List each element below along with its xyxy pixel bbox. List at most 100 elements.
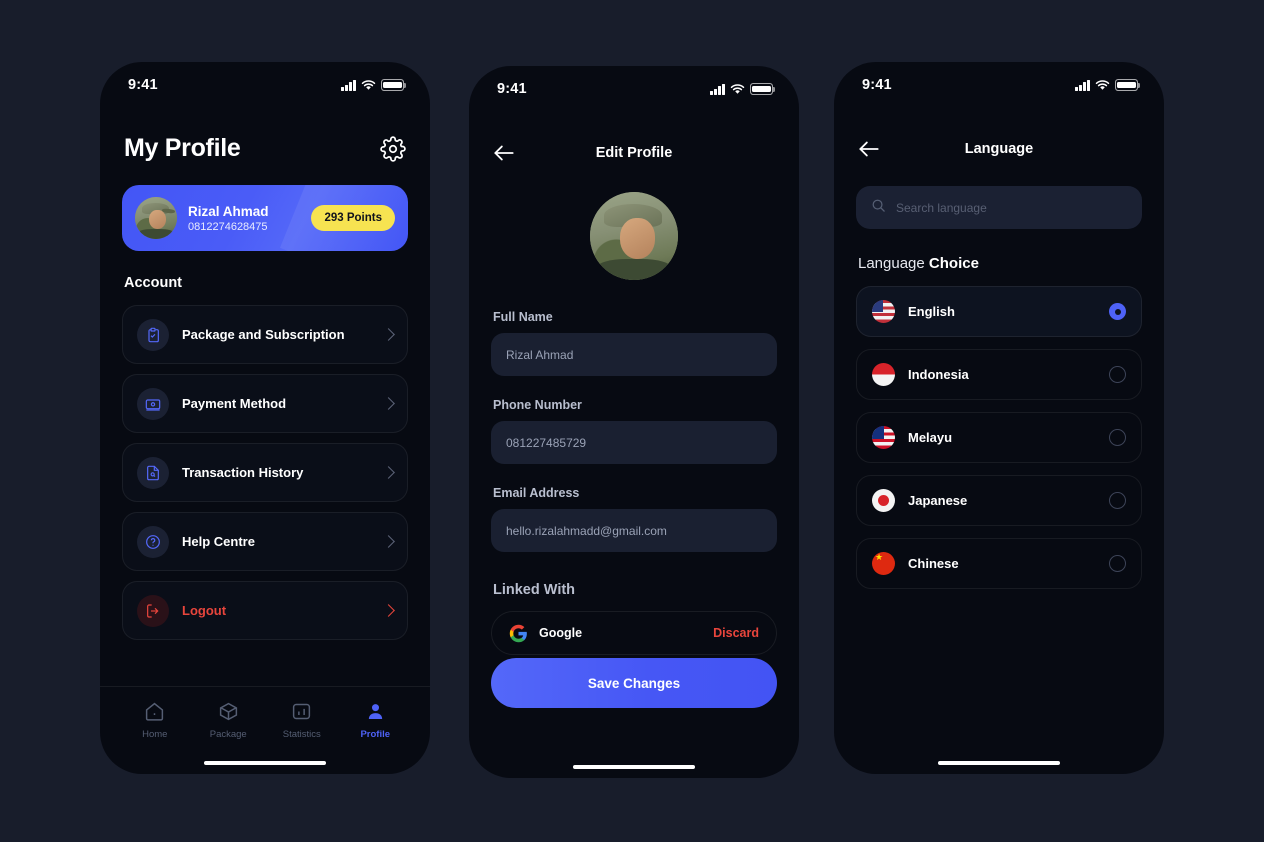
language-option-indonesia[interactable]: Indonesia	[856, 349, 1142, 400]
language-label: English	[908, 304, 955, 319]
avatar[interactable]	[590, 192, 678, 280]
page-title: Language	[964, 141, 1034, 157]
language-screen-body: Language Search language Language Choice…	[834, 136, 1164, 774]
card-icon	[137, 387, 169, 420]
search-placeholder: Search language	[896, 200, 987, 215]
chevron-right-icon	[382, 535, 395, 548]
discard-button[interactable]: Discard	[713, 626, 759, 640]
edit-profile-header: Edit Profile	[491, 140, 777, 166]
menu-item-label: Package and Subscription	[182, 327, 345, 342]
menu-item-label: Transaction History	[182, 465, 304, 480]
language-option-english[interactable]: English	[856, 286, 1142, 337]
email-input[interactable]: hello.rizalahmadd@gmail.com	[491, 509, 777, 552]
document-icon	[137, 456, 169, 489]
language-option-melayu[interactable]: Melayu	[856, 412, 1142, 463]
wifi-icon	[361, 79, 376, 91]
tab-label: Package	[209, 729, 247, 740]
tab-home[interactable]: Home	[118, 701, 192, 740]
menu-item-help-centre[interactable]: Help Centre	[122, 512, 408, 571]
search-icon	[871, 198, 886, 218]
battery-icon	[381, 79, 407, 91]
menu-item-logout[interactable]: Logout	[122, 581, 408, 640]
section-label-account: Account	[124, 275, 182, 291]
menu-item-label: Help Centre	[182, 534, 255, 549]
full-name-input[interactable]: Rizal Ahmad	[491, 333, 777, 376]
language-choice-bold: Choice	[928, 255, 979, 272]
profile-header: My Profile	[122, 134, 408, 163]
menu-item-payment-method[interactable]: Payment Method	[122, 374, 408, 433]
status-icons	[341, 79, 407, 91]
gear-icon[interactable]	[380, 135, 406, 162]
status-bar: 9:41	[100, 62, 430, 102]
language-option-chinese[interactable]: Chinese	[856, 538, 1142, 589]
menu-item-package-and-subscription[interactable]: Package and Subscription	[122, 305, 408, 364]
logout-icon	[137, 594, 169, 627]
profile-summary-card[interactable]: Rizal Ahmad 0812274628475 293 Points	[122, 185, 408, 251]
language-label: Indonesia	[908, 367, 969, 382]
question-icon	[137, 525, 169, 558]
home-icon	[144, 701, 165, 722]
tab-label: Home	[142, 729, 168, 740]
radio-unselected[interactable]	[1109, 492, 1126, 509]
status-time: 9:41	[497, 81, 527, 97]
flag-id-icon	[872, 363, 895, 386]
tab-package[interactable]: Package	[192, 701, 266, 740]
save-changes-button[interactable]: Save Changes	[491, 658, 777, 708]
language-label: Chinese	[908, 556, 959, 571]
chevron-right-icon	[382, 328, 395, 341]
avatar	[135, 197, 177, 239]
status-bar: 9:41	[834, 62, 1164, 102]
language-list: English Indonesia Melayu Japanese ★ Chin…	[856, 286, 1142, 589]
wifi-icon	[1095, 79, 1110, 91]
page-title: Edit Profile	[595, 145, 673, 161]
language-header: Language	[856, 136, 1142, 162]
linked-account-name: Google	[539, 626, 583, 640]
signal-icon	[341, 79, 356, 91]
section-label-linked-with: Linked With	[493, 582, 576, 598]
profile-card-info: Rizal Ahmad 0812274628475	[188, 204, 300, 233]
package-icon	[137, 318, 169, 351]
signal-icon	[1075, 79, 1090, 91]
signal-icon	[710, 83, 725, 95]
home-indicator	[204, 760, 326, 765]
chevron-right-icon	[382, 466, 395, 479]
status-time: 9:41	[128, 77, 158, 93]
tab-profile[interactable]: Profile	[339, 701, 413, 740]
status-icons	[710, 83, 776, 95]
home-indicator	[573, 764, 695, 769]
search-input[interactable]: Search language	[856, 186, 1142, 229]
wireframe-stage: 9:41 My Profile Rizal Ahmad 081227462847…	[0, 0, 1264, 842]
profile-name: Rizal Ahmad	[188, 203, 269, 219]
profile-screen-body: My Profile Rizal Ahmad 0812274628475 293…	[100, 134, 430, 774]
box-icon	[218, 701, 239, 722]
radio-selected[interactable]	[1109, 303, 1126, 320]
linked-account-google[interactable]: Google Discard	[491, 611, 777, 655]
radio-unselected[interactable]	[1109, 366, 1126, 383]
field-label-phone-number: Phone Number	[493, 398, 582, 412]
wifi-icon	[730, 83, 745, 95]
menu-item-label: Payment Method	[182, 396, 287, 411]
section-label-language-choice: Language Choice	[858, 255, 1140, 272]
phone-language-screen: 9:41 Language Search language Language C…	[834, 62, 1164, 774]
language-option-japanese[interactable]: Japanese	[856, 475, 1142, 526]
radio-unselected[interactable]	[1109, 429, 1126, 446]
field-label-full-name: Full Name	[493, 310, 553, 324]
tab-statistics[interactable]: Statistics	[265, 701, 339, 740]
status-bar: 9:41	[469, 66, 799, 106]
field-label-email-address: Email Address	[493, 486, 580, 500]
profile-phone: 0812274628475	[188, 220, 268, 233]
chevron-right-icon	[382, 604, 395, 617]
phone-profile-screen: 9:41 My Profile Rizal Ahmad 081227462847…	[100, 62, 430, 774]
menu-item-transaction-history[interactable]: Transaction History	[122, 443, 408, 502]
points-badge[interactable]: 293 Points	[311, 205, 395, 231]
flag-cn-icon	[872, 552, 895, 575]
flag-jp-icon	[872, 489, 895, 512]
language-label: Melayu	[908, 430, 953, 445]
account-menu-list: Package and Subscription Payment Method …	[122, 305, 408, 640]
language-label: Japanese	[908, 493, 968, 508]
phone-number-input[interactable]: 081227485729	[491, 421, 777, 464]
radio-unselected[interactable]	[1109, 555, 1126, 572]
status-time: 9:41	[862, 77, 892, 93]
battery-icon	[750, 83, 776, 95]
tab-label: Profile	[360, 729, 391, 740]
